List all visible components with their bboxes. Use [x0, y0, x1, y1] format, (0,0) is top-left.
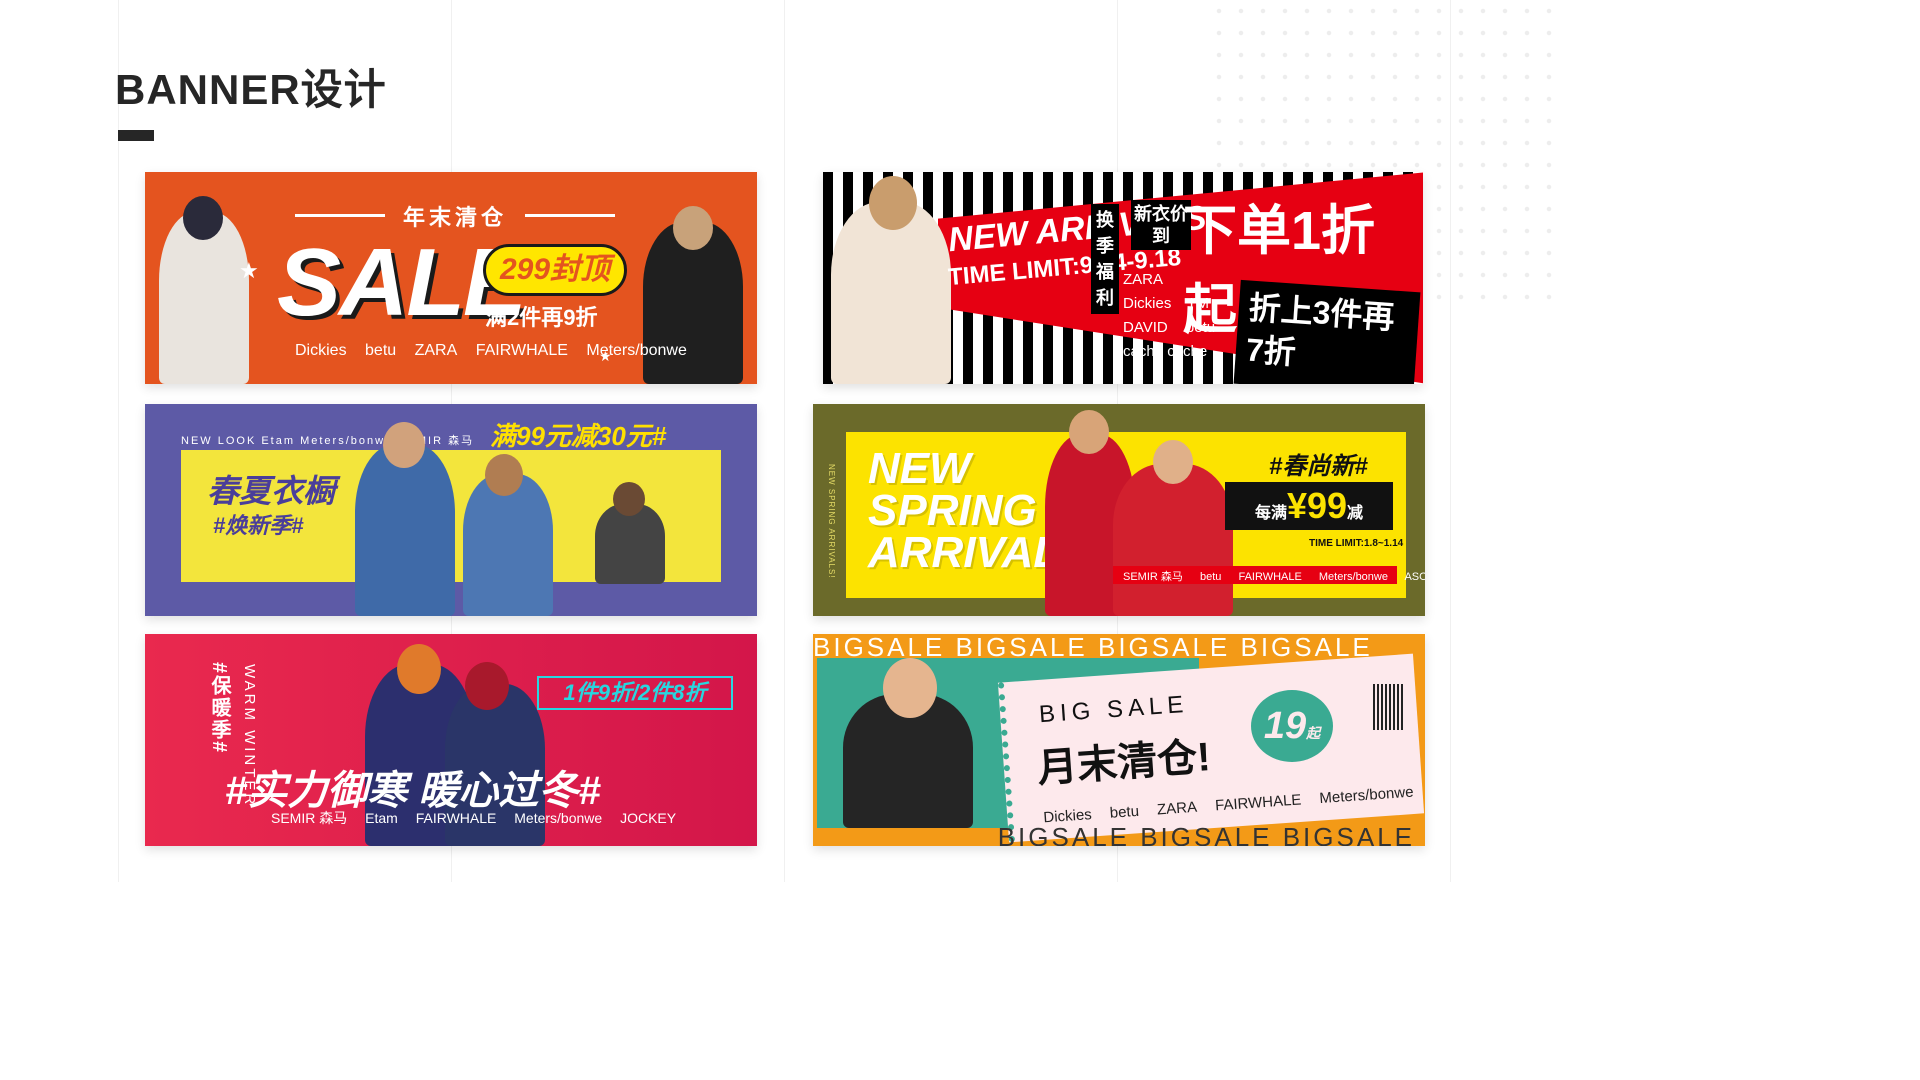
model-head [869, 176, 917, 230]
banner-subtitle: #焕新季# [213, 513, 304, 538]
brand-logo: FAIRWHALE [415, 810, 497, 826]
brand-logo: Etam [365, 810, 398, 826]
vertical-cn-tag: #保暖季# [208, 662, 230, 755]
model-image [1113, 464, 1233, 616]
model-head [183, 196, 223, 240]
banner-clearance-sale[interactable]: ★ ★ 年末清仓 SALE 299封顶 满2件再9折 Dickies betu … [145, 172, 757, 384]
model-head [883, 658, 937, 718]
brand-logo: ZARA [414, 342, 458, 359]
page-title: BANNER设计 [115, 66, 387, 113]
brand-logo: ZARA [1123, 271, 1164, 288]
promo-box: 1件9折/2件8折 [537, 676, 733, 710]
deal-box: 每满¥99减¥30 [1225, 482, 1393, 582]
model-head [485, 454, 523, 496]
brand-logo: SEMIR 森马 [1123, 571, 1183, 583]
promo-subtext: 满2件再9折 [485, 305, 598, 330]
model-head [397, 644, 441, 694]
brand-logo: Meters/bonwe [1318, 571, 1388, 583]
promo-text: 满99元减30元# [490, 421, 667, 451]
deal-mid: 减 [1347, 505, 1364, 522]
barcode-icon [1373, 684, 1403, 730]
bigsale-band-bottom: BIGSALE BIGSALE BIGSALE [997, 822, 1415, 846]
model-head [1069, 410, 1109, 454]
brand-logo: cache cache [1123, 343, 1208, 360]
brand-logo: betu [1199, 571, 1222, 583]
banner-spring-summer[interactable]: NEW LOOK Etam Meters/bonwe SEMIR 森马 满99元… [145, 404, 757, 616]
brand-logo: betu [365, 342, 397, 359]
grid-line [784, 0, 785, 882]
price-bubble: 19起 [1251, 690, 1333, 762]
deal-threshold: ¥99 [1286, 485, 1348, 526]
price-badge: 299封顶 [483, 244, 627, 296]
extra-discount-box: 折上3件再7折 [1233, 279, 1421, 384]
brand-logo: Dickies [1123, 295, 1172, 312]
model-image [355, 444, 455, 616]
badge-suffix: 起 [1306, 725, 1321, 741]
banner-big-sale[interactable]: BIGSALE BIGSALE BIGSALE BIGSALE BIG SALE… [813, 634, 1425, 846]
brand-logo: FAIRWHALE [475, 342, 568, 359]
brand-list: Dickies betu ZARA FAIRWHALE Meters/bonwe [295, 342, 701, 360]
brand-list: SEMIR 森马 Etam FAIRWHALE Meters/bonwe JOC… [271, 808, 690, 828]
banner-title: 春夏衣橱 [207, 473, 336, 509]
badge-number: 19 [1263, 705, 1307, 747]
brand-logo: betu [1185, 319, 1216, 336]
time-limit: TIME LIMIT:1.8~1.14 [1309, 538, 1404, 549]
banner-new-arrivals[interactable]: NEW ARRIVALS TIME LIMIT:9.14-9.18 换季福利 新… [823, 172, 1423, 384]
bigsale-band-top: BIGSALE BIGSALE BIGSALE BIGSALE [813, 634, 1373, 662]
month-end-title: 月末清仓! [1035, 734, 1212, 791]
star-icon: ★ [239, 258, 259, 283]
banner-new-spring[interactable]: NEW SPRING ARRIVALS! NEW SPRING ARRIVALS… [813, 404, 1425, 616]
new-price-tag: 新衣价到 [1131, 200, 1191, 250]
header-brands: NEW LOOK Etam Meters/bonwe SEMIR 森马 [181, 435, 475, 447]
deal-prefix: 每满 [1254, 505, 1287, 522]
spring-tag: #春尚新# [1269, 453, 1368, 480]
brand-list: ZARA Dickies I'M DAVID betu cache cache [1123, 268, 1243, 364]
model-image [595, 504, 665, 584]
brand-logo: SEMIR 森马 [271, 810, 348, 826]
title-underline [118, 130, 154, 141]
grid-line [1450, 0, 1451, 882]
model-head [673, 206, 713, 250]
model-head [1153, 440, 1193, 484]
headline-prefix: 下单 [1183, 201, 1291, 261]
side-text: NEW SPRING ARRIVALS! [827, 464, 836, 579]
model-head [613, 482, 645, 516]
brand-logo: FAIRWHALE [1238, 571, 1302, 583]
brand-logo: ASOBIO. [1404, 571, 1425, 583]
brand-list: SEMIR 森马 betu FAIRWHALE Meters/bonwe ASO… [1123, 568, 1425, 584]
brand-logo: Meters/bonwe [514, 810, 603, 826]
model-head [465, 662, 509, 710]
brand-logo: ZARA [1156, 798, 1198, 819]
brand-logo: betu [1109, 802, 1140, 822]
banner-warm-winter[interactable]: #保暖季# WARM WINTER 1件9折/2件8折 #实力御寒 暖心过冬# … [145, 634, 757, 846]
brand-logo: Meters/bonwe [586, 342, 687, 359]
vertical-tag: 换季福利 [1091, 204, 1119, 314]
model-head [383, 422, 425, 468]
headline-number: 1 [1291, 201, 1322, 261]
brand-logo: JOCKEY [620, 810, 677, 826]
brand-logo: Dickies [295, 342, 347, 359]
